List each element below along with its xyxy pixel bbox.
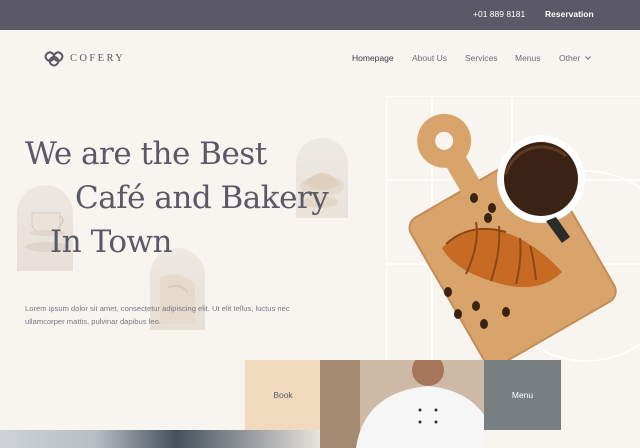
nav-homepage[interactable]: Homepage [352,53,394,63]
brand-name: COFERY [70,52,126,64]
chef-photo [320,360,484,448]
menu-label: Menu [511,390,534,400]
nav-about-us[interactable]: About Us [412,53,447,63]
top-bar: +01 889 8181 Reservation [0,0,640,30]
logo-icon [44,51,64,67]
nav-menus[interactable]: Menus [515,53,541,63]
chevron-down-icon [585,56,592,60]
nav-other-label: Other [559,53,581,63]
hero-heading-line-1: We are the Best [25,136,267,172]
menu-tile[interactable]: Menu [484,360,561,430]
hero-heading-line-3: In Town [50,224,173,260]
book-label: Book [273,390,293,400]
nav-other[interactable]: Other [559,53,592,63]
nav-services[interactable]: Services [465,53,498,63]
hero-heading-line-2: Café and Bakery [75,180,329,216]
coffee-croissant-board-image [408,113,617,361]
reservation-link[interactable]: Reservation [545,9,594,19]
logo[interactable]: COFERY [43,46,125,70]
bottom-photo-strip [0,430,320,448]
book-tile[interactable]: Book [245,360,321,430]
phone-number: +01 889 8181 [473,9,526,19]
hero-description: Lorem ipsum dolor sit amet, consectetur … [25,304,290,326]
